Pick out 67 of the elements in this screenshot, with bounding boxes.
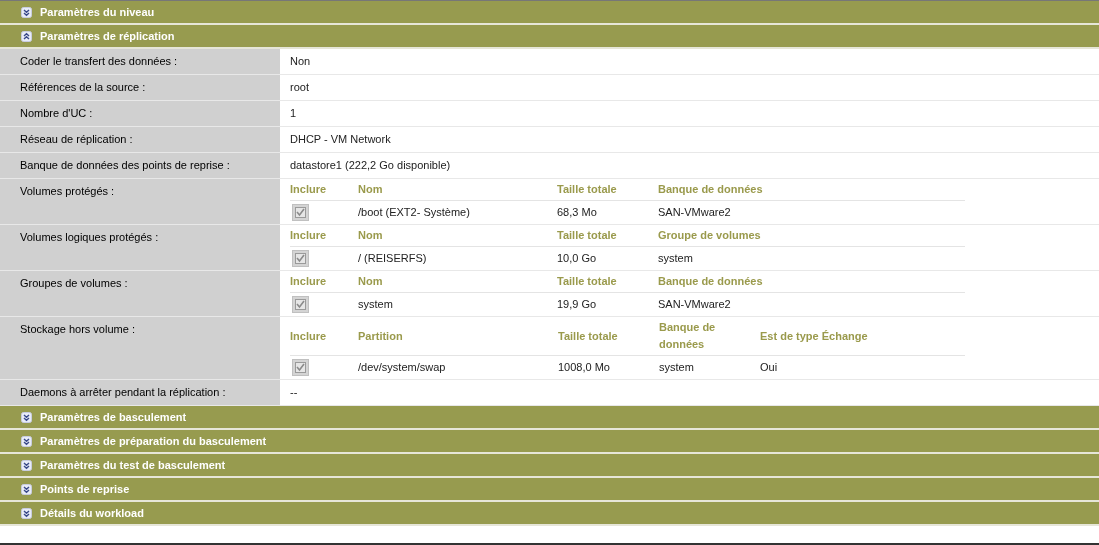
section-title: Paramètres de basculement xyxy=(40,409,187,425)
column-header: Banque de données xyxy=(658,271,965,293)
table-cell: /dev/system/swap xyxy=(358,355,558,379)
field-value: Non xyxy=(290,54,312,69)
section-title: Points de reprise xyxy=(40,481,130,497)
column-header: Taille totale xyxy=(557,179,658,201)
table-cell: SAN-VMware2 xyxy=(658,200,965,224)
section-title: Paramètres du test de basculement xyxy=(40,457,226,473)
section-header[interactable]: Paramètres de basculement xyxy=(0,406,1099,430)
field-label: Volumes logiques protégés : xyxy=(0,225,280,270)
field-label: Nombre d'UC : xyxy=(0,101,280,126)
section-title: Paramètres du niveau xyxy=(40,4,155,20)
field-value: datastore1 (222,2 Go disponible) xyxy=(290,158,452,173)
table-cell: /boot (EXT2- Système) xyxy=(358,200,557,224)
collapse-icon[interactable] xyxy=(21,30,32,42)
field-label: Banque de données des points de reprise : xyxy=(0,153,280,178)
section-header[interactable]: Paramètres du niveau xyxy=(0,1,1099,25)
table-cell: 10,0 Go xyxy=(557,246,658,270)
field-label: Volumes protégés : xyxy=(0,179,280,224)
column-header: Inclure xyxy=(290,317,358,356)
section-title: Paramètres de préparation du basculement xyxy=(40,433,267,449)
section-header[interactable]: Paramètres de réplication xyxy=(0,25,1099,49)
column-header: Inclure xyxy=(290,271,358,293)
expand-icon[interactable] xyxy=(21,411,32,423)
expand-icon[interactable] xyxy=(21,483,32,495)
column-header: Inclure xyxy=(290,225,358,247)
field-value: DHCP - VM Network xyxy=(290,132,392,147)
table-cell: system xyxy=(358,292,557,316)
expand-icon[interactable] xyxy=(21,435,32,447)
field-label: Stockage hors volume : xyxy=(0,317,280,379)
table-cell: / (REISERFS) xyxy=(358,246,557,270)
column-header: Est de type Échange xyxy=(760,317,965,356)
column-header: Inclure xyxy=(290,179,358,201)
column-header: Taille totale xyxy=(557,271,658,293)
column-header: Nom xyxy=(358,271,557,293)
column-header: Nom xyxy=(358,225,557,247)
column-header: Groupe de volumes xyxy=(658,225,965,247)
expand-icon[interactable] xyxy=(21,459,32,471)
table-cell: system xyxy=(659,355,760,379)
field-value: -- xyxy=(290,385,299,400)
section-header[interactable]: Paramètres de préparation du basculement xyxy=(0,430,1099,454)
section-header[interactable]: Points de reprise xyxy=(0,478,1099,502)
field-label: Coder le transfert des données : xyxy=(0,49,280,74)
field-label: Réseau de réplication : xyxy=(0,127,280,152)
table-cell: 68,3 Mo xyxy=(557,200,658,224)
field-label: Groupes de volumes : xyxy=(0,271,280,316)
expand-icon[interactable] xyxy=(21,6,32,18)
field-value: root xyxy=(290,80,310,95)
table-cell: 19,9 Go xyxy=(557,292,658,316)
field-label: Daemons à arrêter pendant la réplication : xyxy=(0,380,280,405)
table-cell: SAN-VMware2 xyxy=(658,292,965,316)
column-header: Partition xyxy=(358,317,558,356)
section-title: Paramètres de réplication xyxy=(40,28,175,44)
table-cell: 1008,0 Mo xyxy=(558,355,659,379)
section-header[interactable]: Détails du workload xyxy=(0,502,1099,526)
table-cell: Oui xyxy=(760,355,965,379)
column-header: Nom xyxy=(358,179,557,201)
column-header: Banque de données xyxy=(659,317,760,356)
column-header: Taille totale xyxy=(557,225,658,247)
section-title: Détails du workload xyxy=(40,505,144,521)
column-header: Taille totale xyxy=(558,317,659,356)
field-label: Références de la source : xyxy=(0,75,280,100)
field-value: 1 xyxy=(290,106,298,121)
column-header: Banque de données xyxy=(658,179,965,201)
section-header[interactable]: Paramètres du test de basculement xyxy=(0,454,1099,478)
expand-icon[interactable] xyxy=(21,507,32,519)
table-cell: system xyxy=(658,246,965,270)
